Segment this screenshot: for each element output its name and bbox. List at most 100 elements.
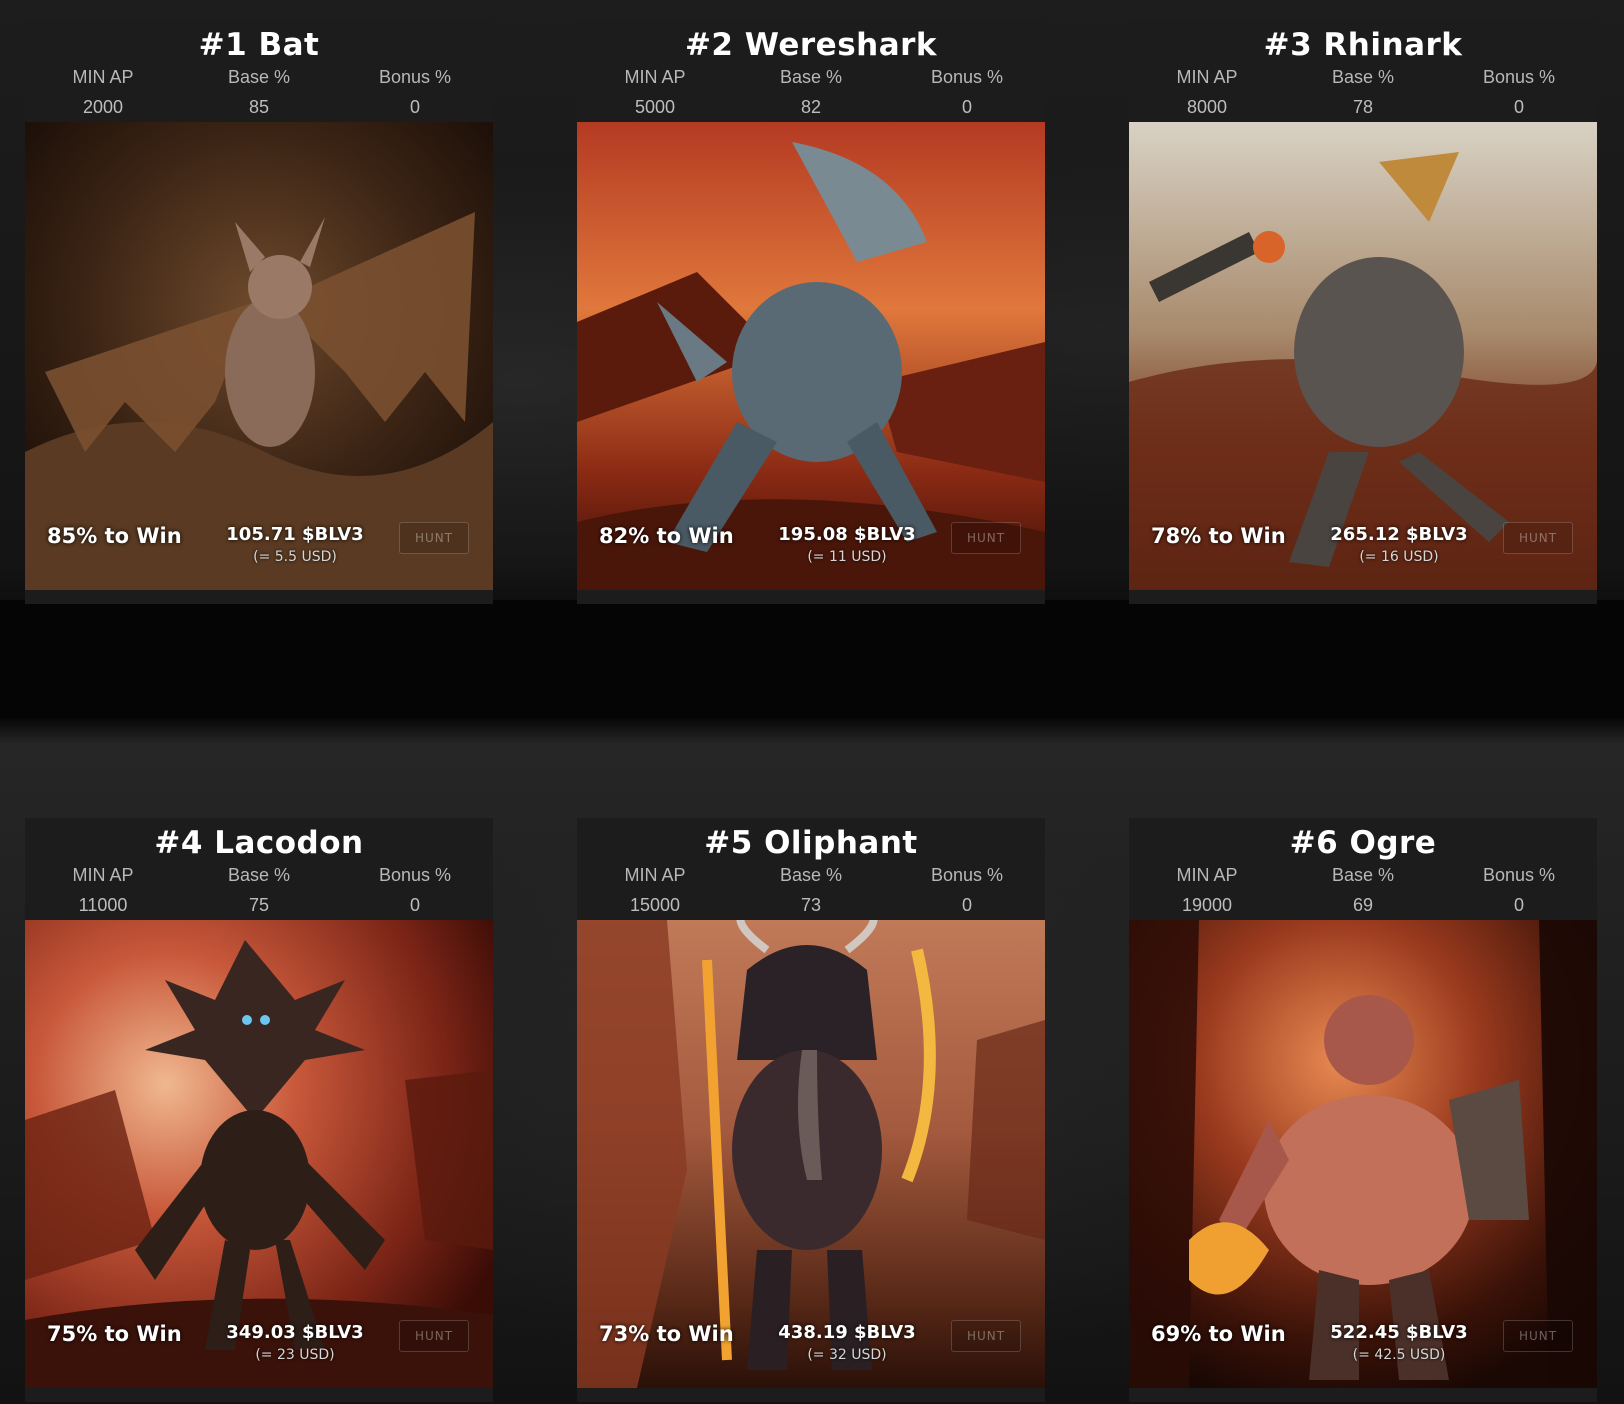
- monster-stats: MIN AP 19000 Base % 69 Bonus % 0: [1129, 860, 1597, 920]
- monster-title: #5 Oliphant: [704, 825, 918, 861]
- min-ap-value: 8000: [1186, 97, 1228, 117]
- monster-card-rhinark: #3 Rhinark MIN AP 8000 Base % 78 Bonus %…: [1129, 20, 1597, 604]
- min-ap-label: MIN AP: [1176, 865, 1238, 885]
- min-ap-stat: MIN AP 8000: [1129, 62, 1285, 122]
- reward: 438.19 $BLV3 (= 32 USD): [757, 1322, 937, 1363]
- hunt-button[interactable]: HUNT: [951, 1320, 1021, 1352]
- min-ap-label: MIN AP: [1176, 67, 1238, 87]
- card-footer: 75% to Win 349.03 $BLV3 (= 23 USD) HUNT: [25, 1316, 493, 1374]
- min-ap-value: 2000: [82, 97, 124, 117]
- reward-amount: 195.08 $BLV3: [778, 524, 916, 545]
- bonus-label: Bonus %: [1482, 865, 1556, 885]
- win-chance: 82% to Win: [599, 524, 734, 548]
- min-ap-stat: MIN AP 11000: [25, 860, 181, 920]
- min-ap-stat: MIN AP 5000: [577, 62, 733, 122]
- card-footer: 82% to Win 195.08 $BLV3 (= 11 USD) HUNT: [577, 518, 1045, 576]
- base-value: 75: [248, 895, 270, 915]
- win-chance: 73% to Win: [599, 1322, 734, 1346]
- monster-stats: MIN AP 15000 Base % 73 Bonus % 0: [577, 860, 1045, 920]
- win-chance: 85% to Win: [47, 524, 182, 548]
- base-label: Base %: [227, 67, 291, 87]
- min-ap-label: MIN AP: [624, 865, 686, 885]
- monster-card-bat: #1 Bat MIN AP 2000 Base % 85 Bonus % 0 8…: [25, 20, 493, 604]
- bonus-value: 0: [409, 97, 420, 117]
- min-ap-stat: MIN AP 15000: [577, 860, 733, 920]
- monster-hunt-page: #1 Bat MIN AP 2000 Base % 85 Bonus % 0 8…: [0, 0, 1624, 1404]
- bonus-value: 0: [961, 895, 972, 915]
- bonus-value: 0: [961, 97, 972, 117]
- min-ap-value: 11000: [78, 895, 128, 915]
- monster-artwork-wereshark: 82% to Win 195.08 $BLV3 (= 11 USD) HUNT: [577, 122, 1045, 590]
- monster-card-wereshark: #2 Wereshark MIN AP 5000 Base % 82 Bonus…: [577, 20, 1045, 604]
- hunt-button[interactable]: HUNT: [1503, 522, 1573, 554]
- reward: 195.08 $BLV3 (= 11 USD): [757, 524, 937, 565]
- hunt-button[interactable]: HUNT: [951, 522, 1021, 554]
- base-value: 85: [248, 97, 270, 117]
- reward-amount: 265.12 $BLV3: [1330, 524, 1468, 545]
- monster-artwork-rhinark: 78% to Win 265.12 $BLV3 (= 16 USD) HUNT: [1129, 122, 1597, 590]
- monster-card-lacodon: #4 Lacodon MIN AP 11000 Base % 75 Bonus …: [25, 818, 493, 1402]
- monster-stats: MIN AP 8000 Base % 78 Bonus % 0: [1129, 62, 1597, 122]
- bonus-stat: Bonus % 0: [889, 860, 1045, 920]
- base-stat: Base % 85: [181, 62, 337, 122]
- reward-amount: 522.45 $BLV3: [1330, 1322, 1468, 1343]
- card-footer: 85% to Win 105.71 $BLV3 (= 5.5 USD) HUNT: [25, 518, 493, 576]
- bonus-label: Bonus %: [930, 865, 1004, 885]
- monster-card-oliphant: #5 Oliphant MIN AP 15000 Base % 73 Bonus…: [577, 818, 1045, 1402]
- bonus-value: 0: [1513, 895, 1524, 915]
- min-ap-value: 15000: [629, 895, 681, 915]
- reward-usd: (= 32 USD): [807, 1347, 887, 1363]
- bonus-stat: Bonus % 0: [1441, 62, 1597, 122]
- bonus-stat: Bonus % 0: [1441, 860, 1597, 920]
- reward-usd: (= 42.5 USD): [1352, 1347, 1446, 1363]
- bonus-label: Bonus %: [930, 67, 1004, 87]
- monster-title: #3 Rhinark: [1263, 27, 1463, 63]
- base-label: Base %: [779, 865, 843, 885]
- monster-stats: MIN AP 2000 Base % 85 Bonus % 0: [25, 62, 493, 122]
- monster-stats: MIN AP 5000 Base % 82 Bonus % 0: [577, 62, 1045, 122]
- reward-usd: (= 16 USD): [1359, 549, 1439, 565]
- base-value: 69: [1352, 895, 1374, 915]
- win-chance: 69% to Win: [1151, 1322, 1286, 1346]
- bonus-stat: Bonus % 0: [337, 62, 493, 122]
- monster-title: #2 Wereshark: [684, 27, 938, 63]
- bonus-value: 0: [1513, 97, 1524, 117]
- min-ap-value: 19000: [1181, 895, 1233, 915]
- hunt-button[interactable]: HUNT: [399, 522, 469, 554]
- reward-usd: (= 23 USD): [255, 1347, 335, 1363]
- monster-artwork-ogre: 69% to Win 522.45 $BLV3 (= 42.5 USD) HUN…: [1129, 920, 1597, 1388]
- min-ap-stat: MIN AP 19000: [1129, 860, 1285, 920]
- monster-title: #1 Bat: [198, 27, 320, 63]
- bonus-label: Bonus %: [378, 67, 452, 87]
- min-ap-label: MIN AP: [72, 865, 134, 885]
- min-ap-label: MIN AP: [624, 67, 686, 87]
- base-value: 73: [800, 895, 822, 915]
- reward: 105.71 $BLV3 (= 5.5 USD): [205, 524, 385, 565]
- base-stat: Base % 73: [733, 860, 889, 920]
- monster-artwork-oliphant: 73% to Win 438.19 $BLV3 (= 32 USD) HUNT: [577, 920, 1045, 1388]
- reward: 349.03 $BLV3 (= 23 USD): [205, 1322, 385, 1363]
- hunt-button[interactable]: HUNT: [1503, 1320, 1573, 1352]
- base-value: 82: [800, 97, 822, 117]
- reward: 265.12 $BLV3 (= 16 USD): [1309, 524, 1489, 565]
- min-ap-label: MIN AP: [72, 67, 134, 87]
- base-label: Base %: [227, 865, 291, 885]
- base-label: Base %: [1331, 865, 1395, 885]
- base-stat: Base % 75: [181, 860, 337, 920]
- monster-card-ogre: #6 Ogre MIN AP 19000 Base % 69 Bonus % 0: [1129, 818, 1597, 1402]
- monster-title: #4 Lacodon: [154, 825, 364, 861]
- min-ap-value: 5000: [634, 97, 676, 117]
- win-chance: 75% to Win: [47, 1322, 182, 1346]
- card-footer: 78% to Win 265.12 $BLV3 (= 16 USD) HUNT: [1129, 518, 1597, 576]
- bonus-label: Bonus %: [1482, 67, 1556, 87]
- card-footer: 69% to Win 522.45 $BLV3 (= 42.5 USD) HUN…: [1129, 1316, 1597, 1374]
- base-stat: Base % 78: [1285, 62, 1441, 122]
- reward: 522.45 $BLV3 (= 42.5 USD): [1309, 1322, 1489, 1363]
- hunt-button[interactable]: HUNT: [399, 1320, 469, 1352]
- min-ap-stat: MIN AP 2000: [25, 62, 181, 122]
- bonus-stat: Bonus % 0: [889, 62, 1045, 122]
- win-chance: 78% to Win: [1151, 524, 1286, 548]
- base-stat: Base % 69: [1285, 860, 1441, 920]
- monster-artwork-lacodon: 75% to Win 349.03 $BLV3 (= 23 USD) HUNT: [25, 920, 493, 1388]
- reward-usd: (= 5.5 USD): [253, 549, 337, 565]
